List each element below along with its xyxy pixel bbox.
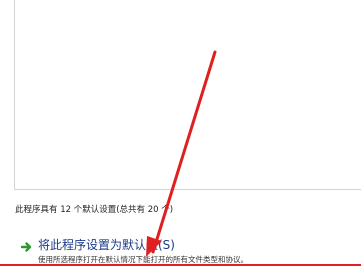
red-underline-annotation [0, 264, 361, 266]
program-list-panel [14, 0, 361, 190]
default-settings-summary: 此程序具有 12 个默认设置(总共有 20 个) [15, 205, 174, 215]
green-arrow-icon [20, 239, 34, 253]
set-default-program-option[interactable]: 将此程序设置为默认值(S) 使用所选程序打开在默认情况下能打开的所有文件类型和协… [20, 236, 350, 266]
set-default-program-title[interactable]: 将此程序设置为默认值(S) [38, 236, 175, 253]
